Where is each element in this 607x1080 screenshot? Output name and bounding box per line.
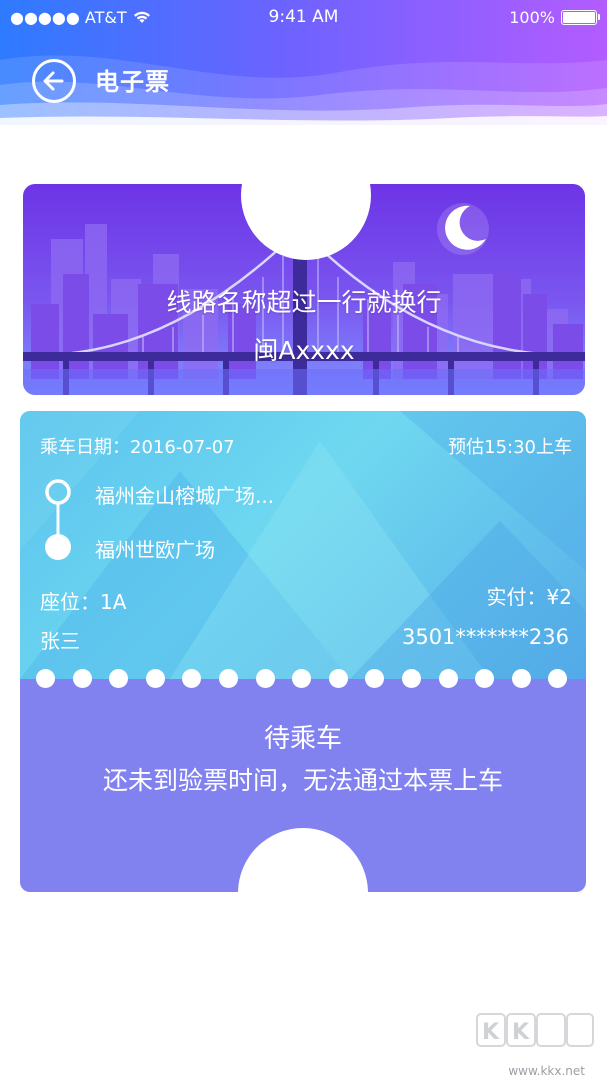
perforation-dot: [36, 669, 55, 688]
kkx-logo-watermark: KK: [476, 1013, 594, 1047]
route-name: 线路名称超过一行就换行: [166, 288, 442, 317]
perforation-dot: [219, 669, 238, 688]
id-number: 3501*******236: [401, 625, 569, 649]
paid-amount: 实付：¥2: [486, 585, 572, 609]
passenger-name: 张三: [40, 629, 80, 653]
svg-text:K: K: [512, 1020, 530, 1045]
perforation-dot: [511, 669, 531, 688]
svg-text:K: K: [482, 1020, 500, 1045]
plate-number: 闽Axxxx: [253, 336, 355, 365]
battery-percent: 100%: [509, 8, 555, 27]
ticket-notch-bottom: [238, 828, 368, 958]
header-bar: ●●●●● AT&T 9:41 AM 100% 电子票: [0, 0, 607, 125]
status-right: 100%: [509, 8, 600, 27]
perforation-dot: [328, 669, 348, 688]
perforation-dot: [145, 669, 165, 688]
battery-icon: [561, 10, 600, 25]
perforation-dot: [255, 669, 275, 688]
ticket-status-title: 待乘车: [263, 724, 342, 754]
perforation-dot: [438, 669, 458, 688]
ticket-notch-top: [241, 130, 371, 260]
page-title: 电子票: [95, 68, 170, 96]
route-stops-connector-icon: [45, 479, 71, 560]
perforation-dot: [402, 669, 421, 688]
ticket-status-message: 还未到验票时间，无法通过本票上车: [102, 766, 503, 795]
status-bar: ●●●●● AT&T 9:41 AM 100%: [0, 0, 607, 34]
seat-number: 座位：1A: [40, 590, 127, 614]
back-arrow-circle-icon[interactable]: [31, 58, 77, 104]
watermark-url: www.kkx.net: [508, 1064, 585, 1078]
departure-stop: 福州金山榕城广场...: [95, 484, 275, 508]
arrival-stop: 福州世欧广场: [95, 538, 215, 562]
estimated-board-time: 预估15:30上车: [448, 437, 572, 458]
perforation-dot: [72, 669, 92, 688]
ride-date: 乘车日期：2016-07-07: [40, 437, 235, 458]
